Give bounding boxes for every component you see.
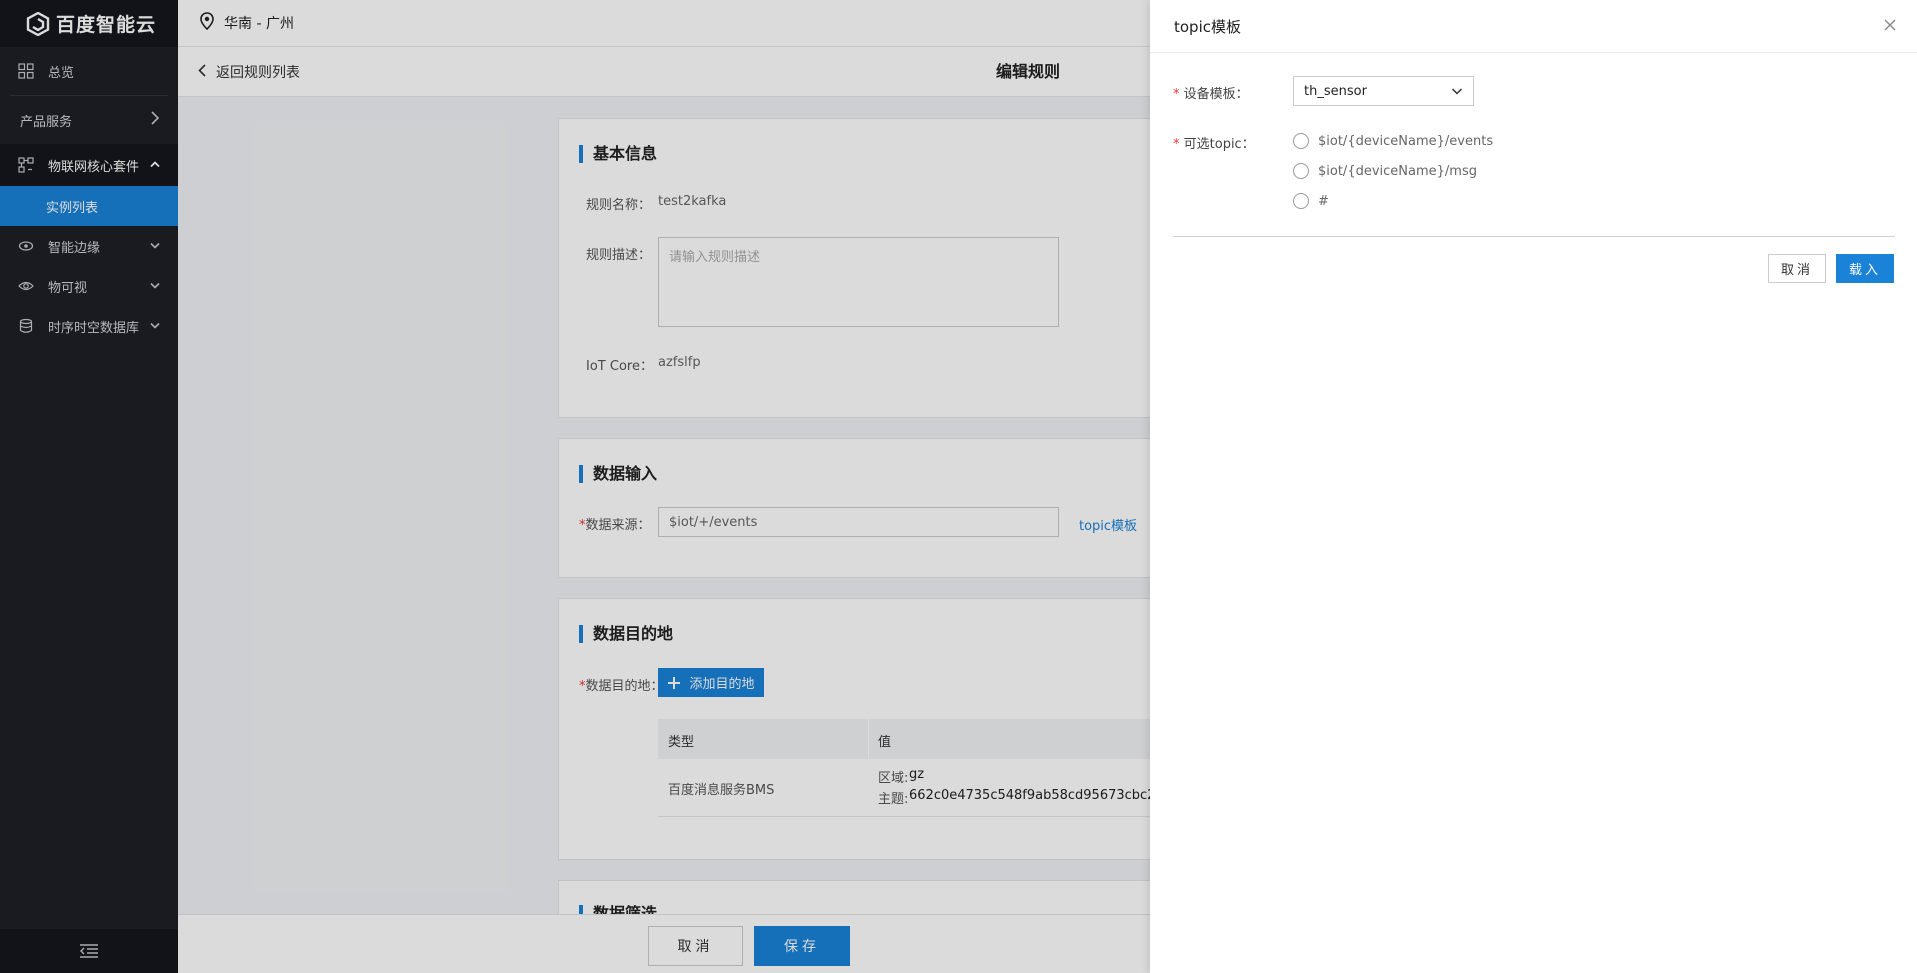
topic-template-drawer: topic模板	[1150, 0, 1917, 973]
load-button[interactable]: 载入	[1836, 254, 1894, 283]
device-template-label: * 设备模板：	[1173, 87, 1249, 102]
chevron-down-icon	[1451, 85, 1463, 101]
optional-topic-label: * 可选topic：	[1173, 137, 1255, 152]
radio-button[interactable]	[1293, 163, 1309, 179]
device-template-value: th_sensor	[1304, 83, 1367, 99]
device-template-select[interactable]: th_sensor	[1293, 76, 1474, 106]
topic-option-all[interactable]: #	[1293, 193, 1329, 209]
modal-overlay[interactable]	[0, 0, 1150, 973]
drawer-cancel-button[interactable]: 取消	[1768, 254, 1826, 283]
topic-option-events[interactable]: $iot/{deviceName}/events	[1293, 133, 1493, 149]
drawer-title: topic模板	[1174, 18, 1241, 36]
topic-option-label: #	[1318, 193, 1329, 209]
topic-option-label: $iot/{deviceName}/events	[1318, 133, 1494, 149]
close-icon[interactable]	[1883, 18, 1897, 32]
radio-button[interactable]	[1293, 133, 1309, 149]
drawer-header: topic模板	[1150, 0, 1917, 53]
radio-button[interactable]	[1293, 193, 1309, 209]
drawer-divider	[1173, 236, 1895, 237]
topic-option-label: $iot/{deviceName}/msg	[1318, 163, 1477, 179]
topic-option-msg[interactable]: $iot/{deviceName}/msg	[1293, 163, 1477, 179]
